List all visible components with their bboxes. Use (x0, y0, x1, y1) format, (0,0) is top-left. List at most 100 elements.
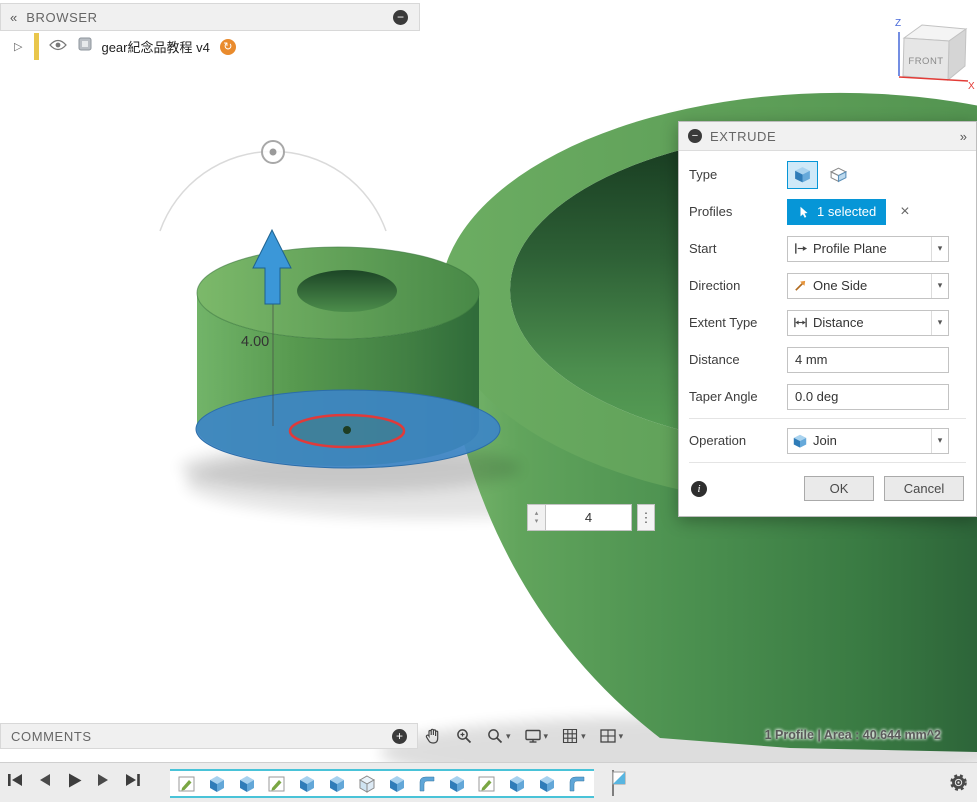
type-thin-button[interactable] (823, 161, 854, 189)
extent-type-label: Extent Type (689, 315, 787, 330)
chevron-down-icon: ▾ (931, 237, 948, 261)
timeline-playhead-marker[interactable] (610, 768, 628, 802)
comments-title: COMMENTS (11, 729, 92, 744)
direction-label: Direction (689, 278, 787, 293)
fusion360-window: 4.00 « BROWSER − ▷ gear紀念品教程 v4 ↻ FRONT … (0, 0, 977, 802)
start-label: Start (689, 241, 787, 256)
play-button[interactable] (64, 772, 84, 788)
viewports-dropdown[interactable]: ▾ (599, 727, 624, 745)
dialog-collapse-icon[interactable]: − (688, 129, 702, 143)
dialog-flyout-icon[interactable]: » (960, 129, 967, 144)
pan-button[interactable] (424, 727, 442, 745)
timeline-feature-sketch[interactable] (472, 772, 502, 795)
document-name[interactable]: gear紀念品教程 v4 (101, 37, 209, 56)
display-settings-dropdown[interactable]: ▾ (524, 727, 549, 745)
x-axis-label: X (968, 81, 975, 92)
settings-gear-icon[interactable] (948, 772, 969, 798)
info-icon[interactable]: i (691, 481, 707, 497)
viewcube[interactable]: FRONT Z X (890, 16, 975, 94)
distance-input[interactable] (787, 347, 949, 373)
timeline-feature-extrude[interactable] (322, 772, 352, 795)
z-axis-label: Z (895, 18, 901, 29)
browser-document-row[interactable]: ▷ gear紀念品教程 v4 ↻ (0, 33, 236, 60)
chevron-down-icon: ▾ (506, 731, 511, 742)
chevron-down-icon: ▾ (619, 731, 624, 742)
type-solid-button[interactable] (787, 161, 818, 189)
cursor-icon (797, 205, 811, 219)
join-operation-icon (788, 433, 812, 449)
skip-to-start-button[interactable] (6, 772, 26, 788)
selected-profile[interactable] (196, 390, 500, 468)
timeline-feature-extrude[interactable] (382, 772, 412, 795)
rotate-handle[interactable] (262, 141, 284, 163)
mini-value-input[interactable] (546, 504, 632, 531)
distance-mini-input: ▴▾ ⋮ (527, 504, 655, 531)
divider (689, 462, 966, 463)
magnifier-plus-icon (455, 727, 473, 745)
zoom-button[interactable] (455, 727, 473, 745)
component-icon (77, 36, 93, 57)
dialog-title: EXTRUDE (710, 129, 776, 144)
profiles-clear-icon[interactable]: × (900, 204, 909, 220)
extrude-dialog-header[interactable]: − EXTRUDE » (679, 122, 976, 151)
grid-icon (561, 727, 579, 745)
browser-minimize-button[interactable]: − (393, 10, 408, 25)
magnifier-icon (486, 727, 504, 745)
skip-to-end-button[interactable] (122, 772, 142, 788)
timeline-feature-extrude[interactable] (202, 772, 232, 795)
row-type: Type (689, 156, 966, 193)
timeline-features[interactable] (170, 769, 594, 798)
mini-input-spinner[interactable]: ▴▾ (527, 504, 546, 531)
timeline-feature-extrude[interactable] (292, 772, 322, 795)
type-label: Type (689, 167, 787, 182)
timeline-feature-fillet[interactable] (562, 772, 592, 795)
ok-button[interactable]: OK (804, 476, 874, 501)
chevron-down-icon: ▾ (581, 731, 586, 742)
timeline-feature-extrude[interactable] (442, 772, 472, 795)
grid-snaps-dropdown[interactable]: ▾ (561, 727, 586, 745)
expand-tree-icon[interactable]: ▷ (14, 40, 22, 53)
operation-dropdown[interactable]: Join ▾ (787, 428, 949, 454)
distance-label: Distance (689, 352, 787, 367)
collapse-panel-icon[interactable]: « (10, 10, 17, 25)
fit-zoom-dropdown[interactable]: ▾ (486, 727, 511, 745)
comments-panel-header[interactable]: COMMENTS + (0, 723, 418, 749)
timeline-playback-controls (6, 772, 142, 788)
timeline-feature-fillet[interactable] (412, 772, 442, 795)
pan-hand-icon (424, 727, 442, 745)
step-back-button[interactable] (35, 772, 55, 788)
timeline-feature-box[interactable] (352, 772, 382, 795)
dialog-footer: i OK Cancel (689, 466, 966, 512)
timeline-feature-extrude[interactable] (532, 772, 562, 795)
one-side-icon (788, 278, 812, 293)
viewcube-front-label: FRONT (908, 56, 943, 67)
timeline-bar (0, 762, 977, 802)
profiles-selected-button[interactable]: 1 selected (787, 199, 886, 225)
timeline-feature-sketch[interactable] (262, 772, 292, 795)
row-distance: Distance (689, 341, 966, 378)
visibility-eye-icon[interactable] (49, 38, 67, 56)
chevron-down-icon: ▾ (931, 274, 948, 298)
extent-type-dropdown[interactable]: Distance ▾ (787, 310, 949, 336)
chevron-down-icon: ▾ (931, 311, 948, 335)
timeline-feature-sketch[interactable] (172, 772, 202, 795)
browser-panel-title: BROWSER (26, 10, 97, 25)
selection-status-text: 1 Profile | Area : 40.644 mm^2 (765, 728, 941, 742)
active-document-bar (34, 33, 39, 60)
timeline-feature-extrude[interactable] (232, 772, 262, 795)
row-start: Start Profile Plane ▾ (689, 230, 966, 267)
browser-panel-header[interactable]: « BROWSER − (0, 3, 420, 31)
step-forward-button[interactable] (93, 772, 113, 788)
distance-extent-icon (788, 315, 812, 330)
mini-input-menu-icon[interactable]: ⋮ (637, 504, 655, 531)
timeline-feature-extrude[interactable] (502, 772, 532, 795)
dimension-value: 4.00 (241, 334, 269, 350)
taper-angle-input[interactable] (787, 384, 949, 410)
direction-dropdown[interactable]: One Side ▾ (787, 273, 949, 299)
add-comment-button[interactable]: + (392, 729, 407, 744)
cancel-button[interactable]: Cancel (884, 476, 964, 501)
profiles-label: Profiles (689, 204, 787, 219)
start-dropdown[interactable]: Profile Plane ▾ (787, 236, 949, 262)
row-taper: Taper Angle (689, 378, 966, 415)
sync-status-icon[interactable]: ↻ (220, 39, 236, 55)
